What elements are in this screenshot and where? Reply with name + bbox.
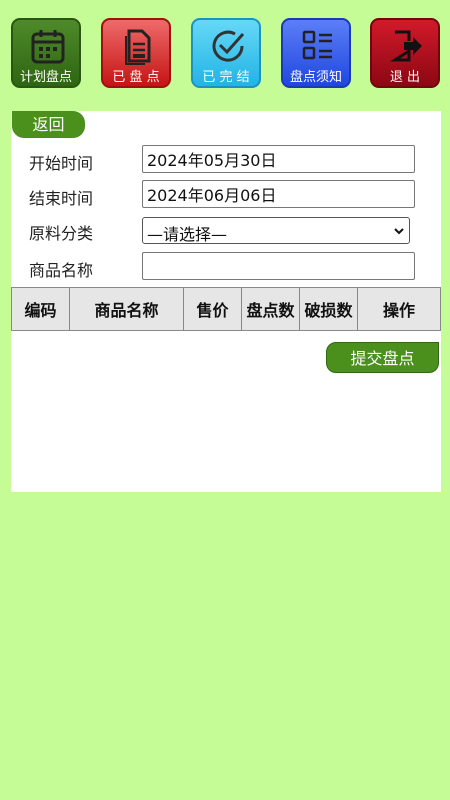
category-label: 原料分类 [29,224,94,243]
completed-label: 已 完 结 [202,70,250,85]
plan-inventory-button[interactable]: 计划盘点 [11,18,81,88]
counted-button[interactable]: 已 盘 点 [101,18,171,88]
start-time-label: 开始时间 [29,154,94,173]
top-toolbar: 计划盘点 已 盘 点 已 完 结 盘点须知 退 出 [0,0,450,100]
product-name-input[interactable] [142,252,415,280]
exit-button[interactable]: 退 出 [370,18,440,88]
document-icon [125,29,151,65]
plan-inventory-label: 计划盘点 [19,70,72,85]
category-selected-value: —请选择— [147,225,228,244]
table-header-row: 编码 商品名称 售价 盘点数 破损数 操作 [11,287,441,331]
completed-button[interactable]: 已 完 结 [191,18,261,88]
header-damaged: 破损数 [299,287,358,331]
counted-label: 已 盘 点 [112,70,160,85]
start-time-input[interactable] [142,145,415,173]
inventory-table: 编码 商品名称 售价 盘点数 破损数 操作 [11,287,441,331]
check-circle-icon [212,30,245,62]
inventory-panel: 返回 开始时间 结束时间 原料分类 —请选择— 商品名称 编码 商品名称 售价 … [11,111,441,492]
end-time-row: 结束时间 [11,180,441,210]
category-row: 原料分类 —请选择— [11,215,441,245]
category-select[interactable]: —请选择— [142,217,410,244]
header-code: 编码 [11,287,70,331]
end-time-input[interactable] [142,180,415,208]
calendar-icon [31,30,65,64]
end-time-label: 结束时间 [29,189,94,208]
logout-icon [389,30,422,62]
list-icon [302,30,332,60]
product-name-label: 商品名称 [29,261,94,280]
exit-label: 退 出 [389,70,421,85]
submit-inventory-button[interactable]: 提交盘点 [326,342,439,373]
header-actions: 操作 [357,287,441,331]
inventory-notes-label: 盘点须知 [289,70,342,85]
header-product-name: 商品名称 [69,287,184,331]
product-name-row: 商品名称 [11,252,441,282]
inventory-notes-button[interactable]: 盘点须知 [281,18,351,88]
back-button[interactable]: 返回 [12,111,85,138]
start-time-row: 开始时间 [11,145,441,175]
header-count: 盘点数 [241,287,300,331]
header-price: 售价 [183,287,242,331]
chevron-down-icon [394,228,404,235]
